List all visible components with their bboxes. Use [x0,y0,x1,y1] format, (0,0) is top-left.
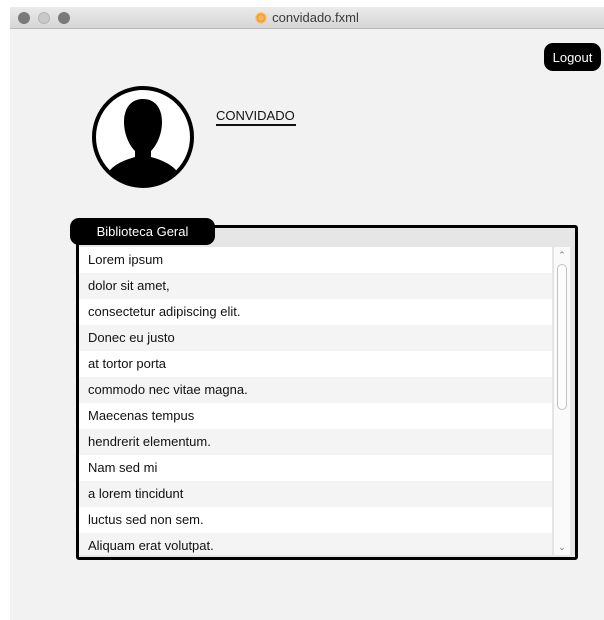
chevron-up-icon[interactable]: ⌃ [554,249,570,261]
app-window: convidado.fxml Logout CONVIDADO Bibliote… [10,7,604,620]
title-bar: convidado.fxml [10,7,604,29]
list-scrollbar[interactable]: ⌃ ⌄ [553,247,570,555]
window-title-group: convidado.fxml [10,7,604,28]
list-item[interactable]: Aliquam erat volutpat. [79,533,552,555]
list-item[interactable]: consectetur adipiscing elit. [79,299,552,325]
list-item[interactable]: Donec eu justo [79,325,552,351]
role-underline [216,124,296,126]
list-item[interactable]: a lorem tincidunt [79,481,552,507]
list-item[interactable]: commodo nec vitae magna. [79,377,552,403]
tab-biblioteca-geral[interactable]: Biblioteca Geral [70,218,215,245]
user-silhouette-icon [92,86,194,188]
role-label: CONVIDADO [216,108,295,123]
logout-button[interactable]: Logout [544,43,601,71]
list-item[interactable]: dolor sit amet, [79,273,552,299]
scrollbar-thumb[interactable] [557,264,567,410]
list-item[interactable]: Nam sed mi [79,455,552,481]
list-item[interactable]: luctus sed non sem. [79,507,552,533]
list-item[interactable]: Lorem ipsum [79,247,552,273]
window-title: convidado.fxml [272,10,359,25]
fxml-document-icon [255,11,268,24]
library-list[interactable]: Lorem ipsum dolor sit amet, consectetur ad… [79,247,552,555]
chevron-down-icon[interactable]: ⌄ [554,541,570,553]
list-item[interactable]: at tortor porta [79,351,552,377]
list-item[interactable]: hendrerit elementum. [79,429,552,455]
list-item[interactable]: Maecenas tempus [79,403,552,429]
